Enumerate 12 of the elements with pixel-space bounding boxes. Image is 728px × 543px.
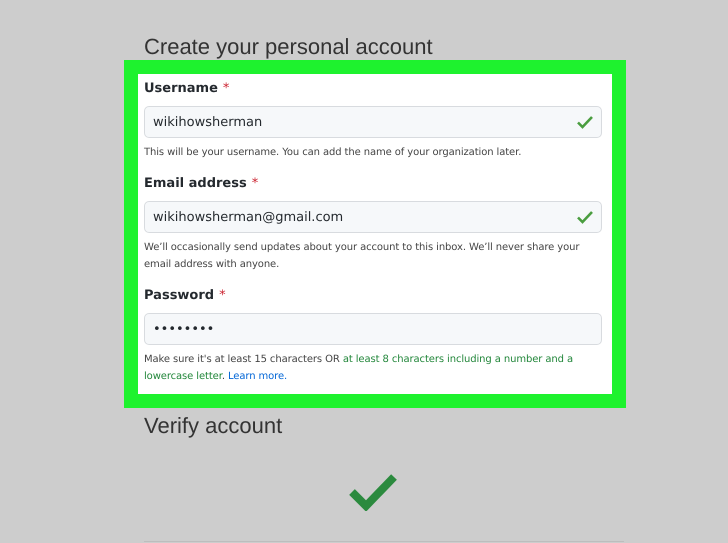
- learn-more-link[interactable]: Learn more.: [228, 371, 288, 382]
- help-text: We’ll occasionally send updates about your account to this inbox. We’ll never share your email address with anyone.: [144, 241, 580, 272]
- field-label: Username *: [144, 80, 230, 98]
- section-heading: Verify account: [144, 412, 284, 439]
- input-field[interactable]: ••••••••: [144, 313, 602, 345]
- input-field[interactable]: wikihowsherman: [144, 106, 602, 138]
- input-field[interactable]: wikihowsherman@gmail.com: [144, 201, 602, 233]
- field-label: Email address *: [144, 175, 260, 193]
- field-label: Password *: [144, 287, 227, 305]
- help-text: Make sure it's at least 15 characters OR at least 8 characters including a number and a lowercase letter. Learn more.: [144, 353, 574, 384]
- help-text: This will be your username. You can add the name of your organization later.: [144, 146, 522, 160]
- page-heading: Create your personal account: [144, 33, 433, 60]
